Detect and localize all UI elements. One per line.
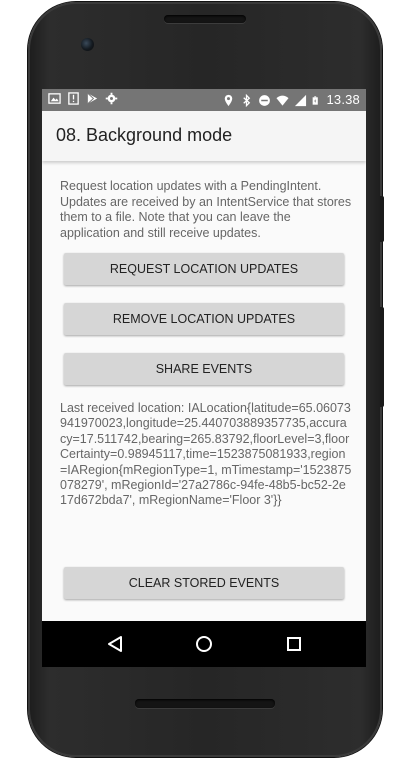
image-icon <box>48 93 61 104</box>
page-title: 08. Background mode <box>56 125 233 145</box>
play-store-icon <box>87 93 98 104</box>
battery-icon <box>313 95 319 105</box>
remove-location-updates-button[interactable]: REMOVE LOCATION UPDATES <box>64 303 344 335</box>
nav-recents-button[interactable] <box>284 634 304 654</box>
nav-home-button[interactable] <box>194 634 214 654</box>
bottom-speaker <box>135 699 275 708</box>
wifi-icon <box>276 95 289 106</box>
last-location-text: Last received location: IALocation{latit… <box>60 401 352 508</box>
request-location-updates-button[interactable]: REQUEST LOCATION UPDATES <box>64 253 344 285</box>
share-events-button[interactable]: SHARE EVENTS <box>64 353 344 385</box>
status-time: 13.38 <box>326 92 360 107</box>
earpiece-speaker <box>164 15 246 23</box>
home-icon <box>196 636 212 652</box>
clear-stored-events-button[interactable]: CLEAR STORED EVENTS <box>64 567 344 599</box>
nav-back-button[interactable] <box>105 634 125 654</box>
navigation-bar <box>42 621 366 667</box>
app-bar: 08. Background mode <box>42 111 366 161</box>
notification-icons <box>48 92 118 105</box>
do-not-disturb-icon <box>259 94 271 106</box>
description-text: Request location updates with a PendingI… <box>60 179 352 240</box>
signal-icon <box>295 94 307 106</box>
front-camera <box>81 38 94 51</box>
status-bar: 13.38 <box>42 89 366 111</box>
bluetooth-icon <box>243 93 251 107</box>
volume-rocker <box>380 307 384 407</box>
power-button <box>380 196 384 242</box>
location-icon <box>225 94 233 106</box>
back-icon <box>108 636 122 652</box>
recents-icon <box>287 637 301 651</box>
screen: 13.38 08. Background mode Request locati… <box>42 89 366 621</box>
settings-icon <box>105 92 118 105</box>
system-status-icons: 13.38 <box>222 91 360 109</box>
alert-icon <box>68 92 79 105</box>
